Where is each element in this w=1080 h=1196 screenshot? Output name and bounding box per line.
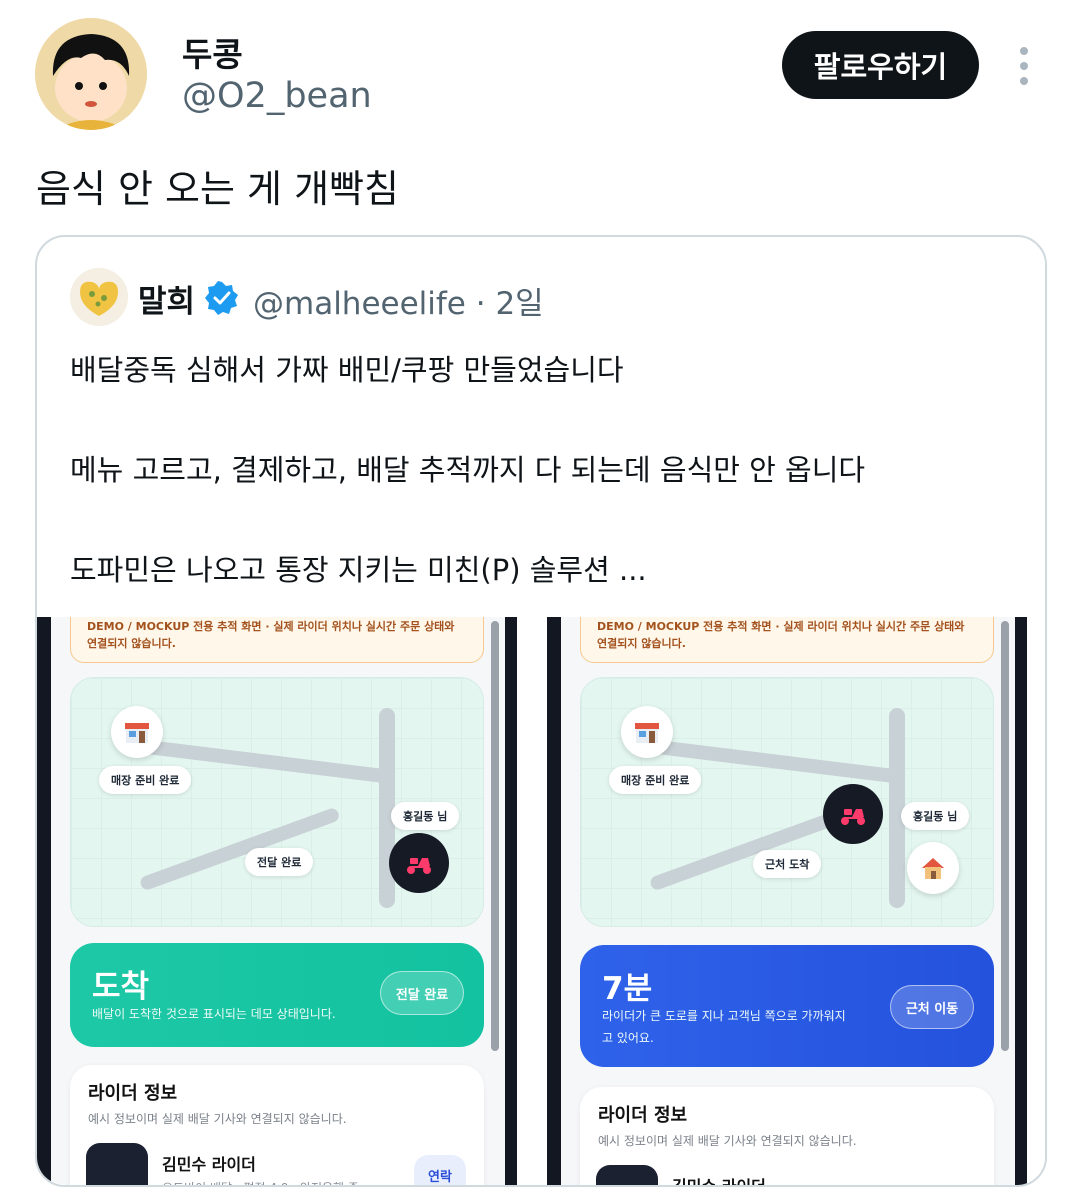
quoted-author-name[interactable]: 말희 bbox=[138, 276, 195, 321]
tracking-map[interactable]: 매장 준비 완료 홍길동 님 근처 도착 bbox=[580, 677, 994, 927]
quoted-media[interactable]: DEMO / MOCKUP 전용 추적 화면 · 실제 라이더 위치나 실시간 … bbox=[37, 617, 1045, 1187]
quoted-text-line-2: 메뉴 고르고, 결제하고, 배달 추적까지 다 되는데 음식만 안 옵니다 bbox=[70, 453, 866, 487]
scrollbar[interactable] bbox=[1001, 621, 1009, 1051]
store-icon bbox=[111, 706, 163, 758]
contact-button[interactable]: 연락 bbox=[414, 1155, 466, 1185]
status-description: 라이더가 큰 도로를 지나 고객님 쪽으로 가까워지 bbox=[602, 1009, 846, 1023]
house-icon bbox=[907, 842, 959, 894]
status-title: 도착 bbox=[92, 969, 150, 1005]
rider-name: 김민수 라이더 bbox=[672, 1177, 766, 1187]
store-status-chip: 매장 준비 완료 bbox=[609, 766, 702, 794]
route-status-chip: 근처 도착 bbox=[753, 850, 822, 878]
demo-warning: DEMO / MOCKUP 전용 추적 화면 · 실제 라이더 위치나 실시간 … bbox=[70, 617, 484, 663]
route-status-chip: 전달 완료 bbox=[245, 848, 314, 876]
scooter-icon bbox=[389, 833, 449, 893]
status-title: 7분 bbox=[602, 971, 653, 1007]
store-icon bbox=[621, 706, 673, 758]
author-display-name[interactable]: 두콩 bbox=[182, 28, 243, 76]
customer-chip: 홍길동 님 bbox=[391, 802, 460, 830]
rider-details: 오토바이 배달 · 평점 4.9 · 안전운행 중 bbox=[162, 1179, 359, 1185]
status-button[interactable]: 전달 완료 bbox=[380, 971, 464, 1015]
phone-frame bbox=[37, 617, 51, 1185]
follow-button[interactable]: 팔로우하기 bbox=[782, 31, 979, 99]
scrollbar[interactable] bbox=[491, 621, 499, 1051]
quoted-author-handle[interactable]: @malheeelife · 2일 bbox=[253, 278, 544, 323]
delivery-status-card: 도착 배달이 도착한 것으로 표시되는 데모 상태입니다. 전달 완료 bbox=[70, 943, 484, 1047]
phone-frame bbox=[547, 617, 561, 1185]
rider-avatar bbox=[596, 1165, 658, 1185]
rider-info-card: 라이더 정보 예시 정보이며 실제 배달 기사와 연결되지 않습니다. 김민수 … bbox=[70, 1065, 484, 1185]
delivery-status-card: 7분 라이더가 큰 도로를 지나 고객님 쪽으로 가까워지 고 있어요. 근처 … bbox=[580, 945, 994, 1067]
customer-chip: 홍길동 님 bbox=[901, 802, 970, 830]
more-dot bbox=[1020, 47, 1028, 55]
more-vertical-icon[interactable] bbox=[1006, 44, 1042, 88]
author-avatar[interactable] bbox=[35, 18, 147, 130]
store-status-chip: 매장 준비 완료 bbox=[99, 766, 192, 794]
status-description: 고 있어요. bbox=[602, 1031, 654, 1045]
rider-info-subtitle: 예시 정보이며 실제 배달 기사와 연결되지 않습니다. bbox=[598, 1134, 857, 1148]
quoted-author-avatar[interactable] bbox=[70, 268, 128, 326]
phone-frame bbox=[1015, 617, 1027, 1185]
status-button[interactable]: 근처 이동 bbox=[890, 985, 974, 1029]
phone-screenshot-1[interactable]: DEMO / MOCKUP 전용 추적 화면 · 실제 라이더 위치나 실시간 … bbox=[37, 617, 517, 1185]
quoted-text-line-1: 배달중독 심해서 가짜 배민/쿠팡 만들었습니다 bbox=[70, 353, 624, 387]
scooter-icon bbox=[823, 784, 883, 844]
tracking-map[interactable]: 매장 준비 완료 홍길동 님 전달 완료 bbox=[70, 677, 484, 927]
rider-name: 김민수 라이더 bbox=[162, 1155, 256, 1174]
more-dot bbox=[1020, 62, 1028, 70]
tweet-text: 음식 안 오는 게 개빡침 bbox=[36, 167, 399, 211]
demo-warning: DEMO / MOCKUP 전용 추적 화면 · 실제 라이더 위치나 실시간 … bbox=[580, 617, 994, 663]
status-description: 배달이 도착한 것으로 표시되는 데모 상태입니다. bbox=[92, 1007, 336, 1021]
rider-info-title: 라이더 정보 bbox=[88, 1083, 178, 1104]
author-handle[interactable]: @O2_bean bbox=[182, 76, 372, 116]
rider-avatar bbox=[86, 1143, 148, 1185]
quoted-text-line-3: 도파민은 나오고 통장 지키는 미친(P) 솔루션 ... bbox=[70, 553, 647, 587]
rider-info-card: 라이더 정보 예시 정보이며 실제 배달 기사와 연결되지 않습니다. 김민수 … bbox=[580, 1087, 994, 1187]
phone-frame bbox=[505, 617, 517, 1185]
verified-badge-icon bbox=[205, 281, 238, 315]
more-dot bbox=[1020, 77, 1028, 85]
rider-info-title: 라이더 정보 bbox=[598, 1105, 688, 1126]
phone-screenshot-2[interactable]: DEMO / MOCKUP 전용 추적 화면 · 실제 라이더 위치나 실시간 … bbox=[547, 617, 1027, 1187]
rider-info-subtitle: 예시 정보이며 실제 배달 기사와 연결되지 않습니다. bbox=[88, 1112, 347, 1126]
quoted-tweet-card[interactable]: 말희 @malheeelife · 2일 배달중독 심해서 가짜 배민/쿠팡 만… bbox=[35, 235, 1047, 1187]
